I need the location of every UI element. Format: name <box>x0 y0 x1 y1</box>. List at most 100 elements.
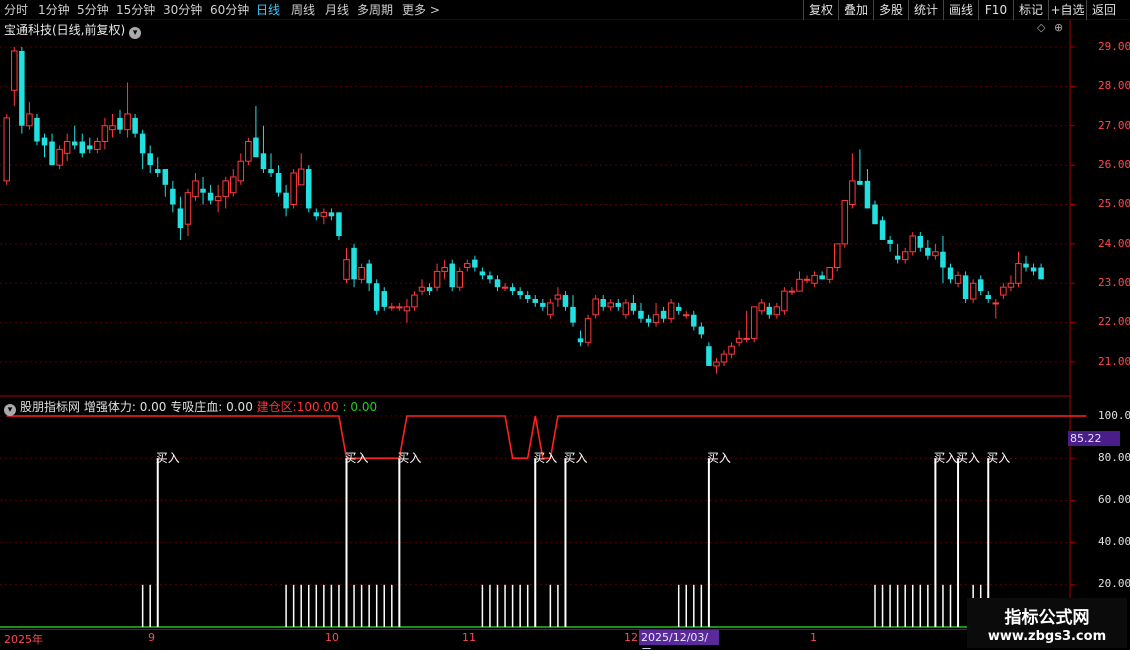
dropdown-icon[interactable]: ▾ <box>4 404 16 416</box>
date-tick: 11 <box>462 631 476 644</box>
candle-body-up <box>954 274 962 284</box>
candle-body-down <box>268 169 274 173</box>
price-tick: 24.00 <box>1098 237 1130 250</box>
candle-body-up <box>343 259 350 280</box>
indicator-field-4: : 0.00 <box>342 400 378 414</box>
candle-body-down <box>645 318 652 323</box>
candle-body-down <box>472 259 478 268</box>
candle-body-down <box>509 287 516 292</box>
candle-body-up <box>554 294 562 300</box>
candle-body-up <box>834 243 841 268</box>
candle-body-down <box>887 239 893 244</box>
candle-body-down <box>449 263 455 288</box>
candle-body-up <box>290 172 297 205</box>
candle-body-down <box>200 188 206 193</box>
indicator-current-value: 85.22 <box>1068 431 1120 446</box>
candle-body-up <box>728 345 735 355</box>
indicator-field-2: 专吸庄血: 0.00 <box>170 400 253 414</box>
candle-body-up <box>63 141 71 154</box>
candle-body-down <box>275 173 282 193</box>
candle-body-down <box>524 295 531 299</box>
buy-label: 买入 <box>397 451 421 465</box>
candle-body-down <box>49 141 55 166</box>
candle-body-down <box>260 153 267 170</box>
candle-body-up <box>222 180 229 198</box>
candle-body-down <box>87 145 93 150</box>
candle-body-down <box>660 310 667 319</box>
candle-body-up <box>1007 282 1015 288</box>
candle-body-up <box>547 302 554 316</box>
candle-body-up <box>94 141 101 150</box>
buy-label: 买入 <box>533 451 557 465</box>
candle-body-down <box>917 236 924 248</box>
candle-body-up <box>683 314 690 317</box>
candle-body-up <box>735 337 743 343</box>
candle-body-up <box>3 117 10 182</box>
candle-body-up <box>245 141 252 162</box>
candle-body-up <box>456 270 463 288</box>
candle-body-down <box>577 338 584 343</box>
candle-body-up <box>592 298 599 316</box>
date-tick: 2025年 <box>4 633 43 646</box>
candle-body-up <box>781 290 788 312</box>
date-tick: 12 <box>624 631 638 644</box>
candle-body-down <box>1038 267 1044 280</box>
candle-body-down <box>857 180 863 185</box>
candle-body-down <box>283 192 289 209</box>
candle-body-up <box>433 270 441 288</box>
price-tick: 27.00 <box>1098 119 1130 132</box>
candle-body-up <box>667 302 675 320</box>
candle-body-down <box>1023 263 1029 268</box>
candle-body-up <box>758 302 765 312</box>
buy-label: 买入 <box>345 451 369 465</box>
buy-label: 买入 <box>156 451 180 465</box>
candle-body-up <box>403 306 411 312</box>
candle-body-down <box>41 137 48 146</box>
candle-body-up <box>584 318 592 343</box>
candle-body-down <box>381 291 387 307</box>
candle-body-down <box>940 251 946 268</box>
indicator-tick: 60.00 <box>1098 493 1130 506</box>
candle-body-up <box>192 180 199 198</box>
candle-body-up <box>214 196 222 202</box>
candle-body-down <box>706 346 712 366</box>
indicator-title[interactable]: ▾ 股朋指标网 增强体力: 0.00 专吸庄血: 0.00 建仓区:100.00 … <box>4 398 377 416</box>
candle-body-down <box>147 153 153 166</box>
candle-body-up <box>750 306 758 339</box>
candle-body-up <box>992 302 1000 305</box>
candle-body-down <box>570 306 576 323</box>
candle-body-down <box>207 192 214 201</box>
candle-body-down <box>562 295 569 307</box>
candle-body-down <box>170 188 176 205</box>
chart-canvas[interactable]: 买入 买入 买入 买入 买入 买入 买入买入 买入 <box>0 0 1130 650</box>
candle-body-down <box>253 137 259 158</box>
candle-body-up <box>11 50 18 91</box>
candle-body-down <box>373 283 380 311</box>
candle-body-up <box>320 211 328 217</box>
buy-label: 买入 <box>956 451 980 465</box>
date-axis <box>0 629 1070 645</box>
buy-label: 买入 <box>986 451 1010 465</box>
candle-body-down <box>947 267 954 280</box>
buy-label: 买入 <box>707 451 731 465</box>
candle-body-up <box>969 282 977 300</box>
candle-body-up <box>184 192 192 225</box>
candle-body-down <box>925 247 931 256</box>
indicator-name: 股朋指标网 <box>20 400 81 414</box>
candle-body-up <box>441 267 448 272</box>
candle-body-up <box>909 235 916 253</box>
candle-body-down <box>313 212 320 217</box>
candle-body-down <box>600 299 606 307</box>
watermark-url: www.zbgs3.com <box>987 629 1107 644</box>
candle-body-up <box>411 294 418 308</box>
indicator-field-3-value: 100.00 <box>296 400 339 414</box>
price-tick: 23.00 <box>1098 276 1130 289</box>
candle-body-up <box>358 267 365 280</box>
candle-body-up <box>788 290 796 293</box>
candle-body-up <box>1000 286 1007 296</box>
candle-body-up <box>803 278 811 281</box>
candle-body-down <box>879 220 886 240</box>
indicator-field-3-label: 建仓区: <box>256 400 297 414</box>
candle-body-up <box>109 125 116 131</box>
candle-body-down <box>540 302 546 307</box>
